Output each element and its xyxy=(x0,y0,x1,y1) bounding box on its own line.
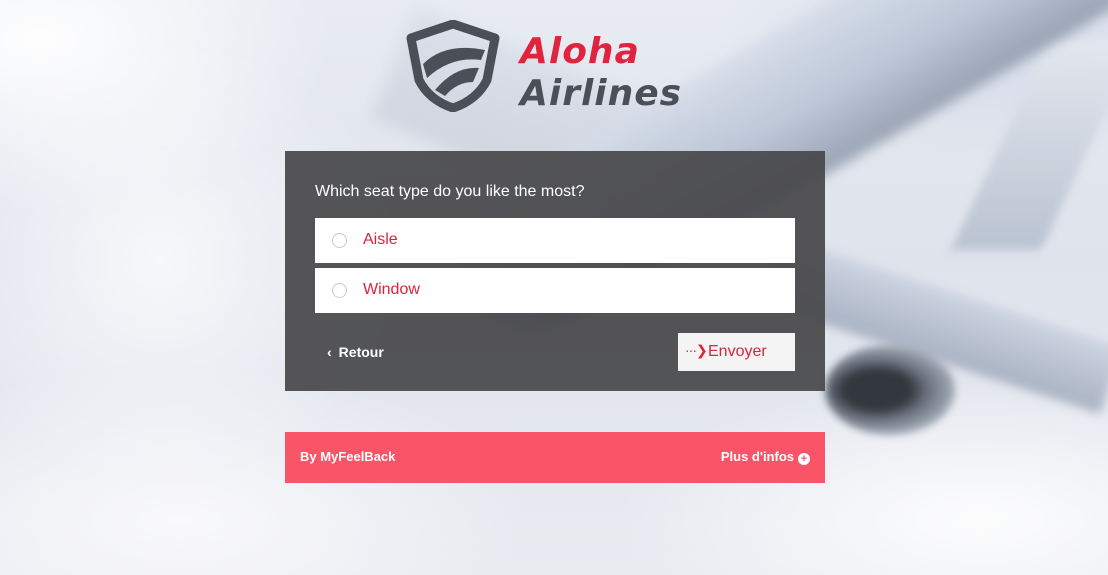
powered-by-label: By MyFeelBack xyxy=(300,449,396,464)
plus-circle-icon: + xyxy=(798,453,810,465)
radio-button[interactable] xyxy=(332,233,347,248)
option-label: Window xyxy=(363,281,420,298)
brand-logo: Aloha Airlines xyxy=(405,20,705,115)
dotted-arrow-icon: ···❯ xyxy=(685,342,708,358)
option-window[interactable]: Window xyxy=(315,268,795,313)
shield-icon xyxy=(406,20,500,112)
radio-button[interactable] xyxy=(332,283,347,298)
brand-name-line2: Airlines xyxy=(520,73,683,114)
more-info-link[interactable]: Plus d'infos + xyxy=(721,449,810,465)
send-button[interactable]: ···❯ Envoyer xyxy=(678,333,795,371)
brand-name-line1: Aloha xyxy=(520,31,640,72)
option-aisle[interactable]: Aisle xyxy=(315,218,795,263)
chevron-left-icon: ‹ xyxy=(327,344,332,360)
survey-card: Which seat type do you like the most? Ai… xyxy=(285,151,825,391)
more-info-label: Plus d'infos xyxy=(720,449,794,464)
footer-bar: By MyFeelBack Plus d'infos + xyxy=(285,432,825,483)
back-button[interactable]: ‹ Retour xyxy=(327,344,384,360)
option-label: Aisle xyxy=(363,231,398,248)
question-text: Which seat type do you like the most? xyxy=(315,183,585,200)
send-button-label: Envoyer xyxy=(708,343,767,360)
back-button-label: Retour xyxy=(338,344,384,360)
